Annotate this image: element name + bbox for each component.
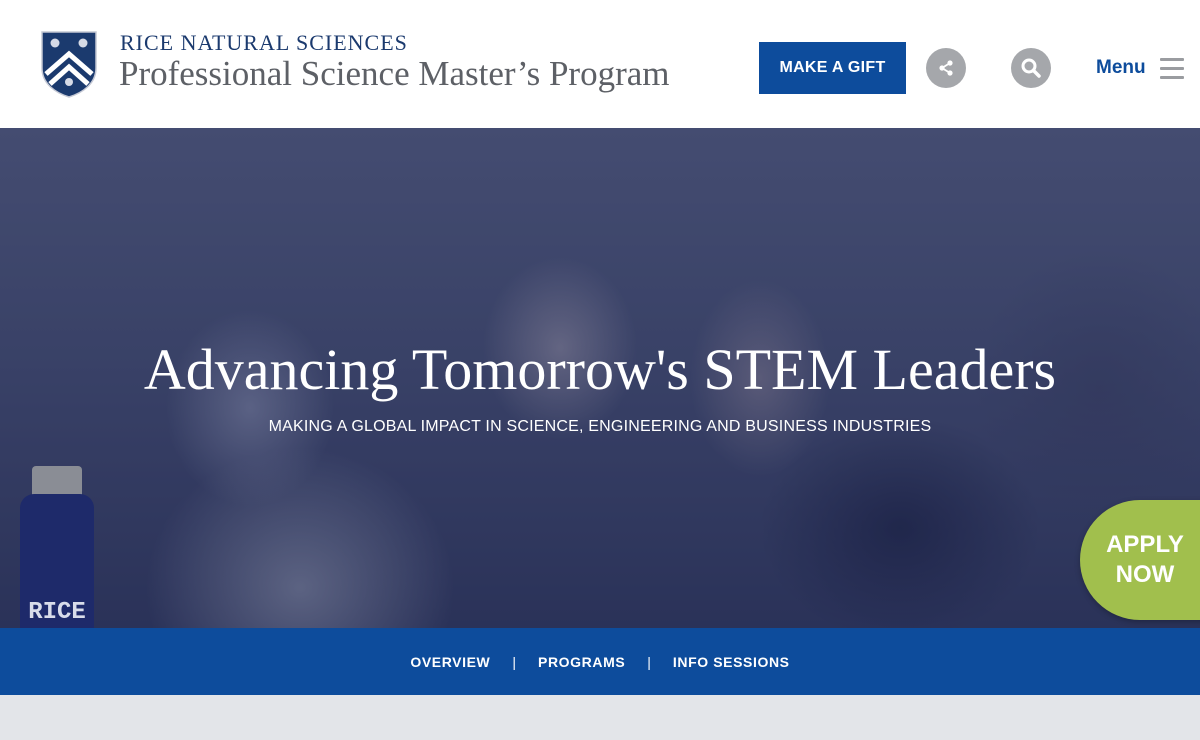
nav-separator: | bbox=[647, 653, 651, 670]
nav-item-info-sessions[interactable]: INFO SESSIONS bbox=[673, 654, 790, 670]
brand-subtitle: RICE NATURAL SCIENCES bbox=[120, 30, 408, 55]
nav-separator: | bbox=[512, 653, 517, 670]
section-nav: OVERVIEW | PROGRAMS | INFO SESSIONS bbox=[0, 628, 1200, 695]
menu-button-label[interactable]: Menu bbox=[1096, 57, 1146, 79]
search-icon bbox=[1021, 58, 1041, 78]
apply-now-line1: APPLY bbox=[1106, 531, 1184, 558]
share-button[interactable] bbox=[926, 48, 966, 88]
apply-now-button[interactable]: APPLY NOW bbox=[1080, 500, 1200, 620]
nav-item-overview[interactable]: OVERVIEW bbox=[410, 654, 490, 670]
hero-subtitle: MAKING A GLOBAL IMPACT IN SCIENCE, ENGIN… bbox=[268, 418, 932, 435]
make-a-gift-button[interactable]: MAKE A GIFT bbox=[759, 42, 906, 94]
apply-now-line2: NOW bbox=[1115, 561, 1175, 588]
hero-banner: RICE Advancing Tomorrow's STEM Leaders M… bbox=[0, 128, 1200, 628]
bottle-label: RICE bbox=[28, 599, 86, 626]
hero-title: Advancing Tomorrow's STEM Leaders bbox=[143, 337, 1057, 402]
hamburger-icon[interactable] bbox=[1160, 58, 1184, 79]
content-strip bbox=[0, 695, 1200, 740]
nav-item-programs[interactable]: PROGRAMS bbox=[538, 654, 625, 670]
brand-title[interactable]: Professional Science Master’s Program bbox=[119, 54, 669, 94]
share-icon bbox=[939, 60, 953, 76]
rice-shield-logo-icon[interactable] bbox=[40, 30, 98, 98]
search-button[interactable] bbox=[1011, 48, 1051, 88]
site-header: RICE NATURAL SCIENCES Professional Scien… bbox=[0, 0, 1200, 128]
water-bottle-image: RICE bbox=[20, 466, 94, 628]
